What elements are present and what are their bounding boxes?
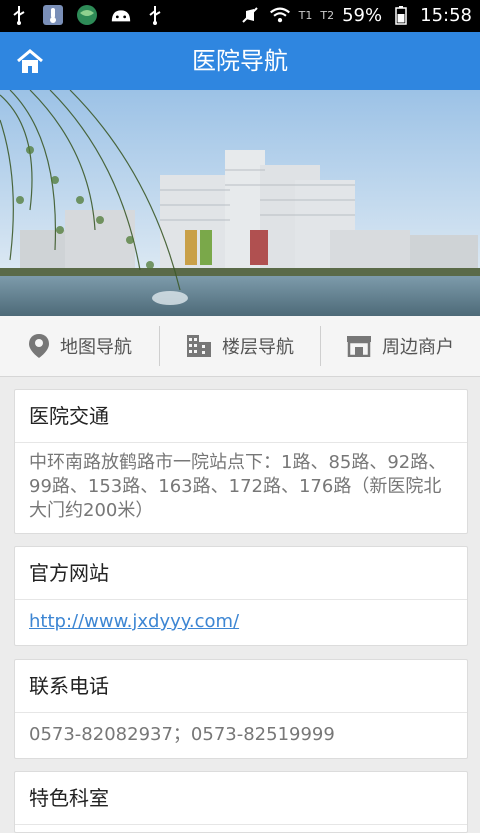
nav-shops-label: 周边商户 <box>382 337 454 358</box>
card-phone: 联系电话 0573-82082937；0573-82519999 <box>14 659 468 759</box>
nav-map-label: 地图导航 <box>60 337 132 358</box>
usb-icon <box>8 4 30 26</box>
usb-icon-2 <box>144 4 166 26</box>
clock: 15:58 <box>420 4 472 26</box>
card-content: 中环南路放鹤路市一院站点下：1路、85路、92路、99路、153路、163路、1… <box>29 452 447 521</box>
card-content: http://www.jxdyyy.com/ <box>15 600 467 644</box>
card-departments: 特色科室 <box>14 771 468 833</box>
wifi-icon <box>269 4 291 26</box>
website-link[interactable]: http://www.jxdyyy.com/ <box>29 611 239 632</box>
mute-icon <box>239 4 261 26</box>
status-right: T1 T2 59% 15:58 <box>239 4 472 26</box>
page-title: 医院导航 <box>192 47 288 75</box>
card-website: 官方网站 http://www.jxdyyy.com/ <box>14 546 468 646</box>
status-left-icons <box>8 4 166 26</box>
card-title: 特色科室 <box>15 772 467 825</box>
card-transport: 医院交通 中环南路放鹤路市一院站点下：1路、85路、92路、99路、153路、1… <box>14 389 468 534</box>
thermometer-app-icon <box>42 4 64 26</box>
app-header: 医院导航 <box>0 32 480 90</box>
android-icon <box>110 4 132 26</box>
battery-icon <box>390 4 412 26</box>
card-title: 医院交通 <box>15 390 467 443</box>
status-bar: T1 T2 59% 15:58 <box>0 0 480 32</box>
nav-shops[interactable]: 周边商户 <box>320 316 480 376</box>
card-title: 联系电话 <box>15 660 467 713</box>
card-content: 0573-82082937；0573-82519999 <box>29 724 335 745</box>
nav-row: 地图导航 楼层导航 周边商户 <box>0 316 480 377</box>
map-pin-icon <box>29 334 49 358</box>
sim2-label: T2 <box>320 8 335 22</box>
card-title: 官方网站 <box>15 547 467 600</box>
sim1-label: T1 <box>298 8 313 22</box>
nav-map[interactable]: 地图导航 <box>0 316 160 376</box>
store-icon <box>347 336 371 357</box>
hospital-photo <box>0 90 480 316</box>
nav-floor-label: 楼层导航 <box>222 337 294 358</box>
nav-floor[interactable]: 楼层导航 <box>160 316 320 376</box>
globe-app-icon <box>76 4 98 26</box>
building-icon <box>187 335 211 357</box>
battery-percent: 59% <box>342 4 383 26</box>
